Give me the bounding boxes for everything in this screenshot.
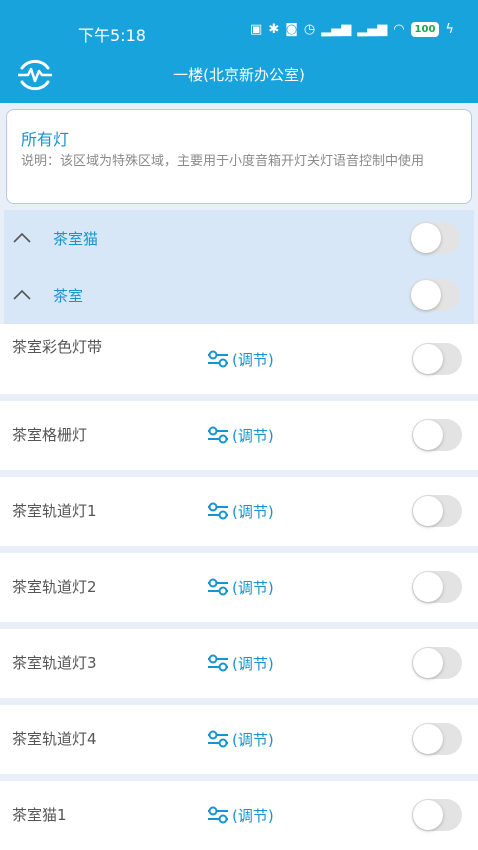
device-toggle[interactable] [412, 343, 462, 375]
group-row[interactable]: 茶室猫 [4, 210, 474, 266]
all-lights-card[interactable]: 所有灯 说明：该区域为特殊区域，主要用于小度音箱开灯关灯语音控制中使用 [6, 109, 472, 204]
device-label: 茶室轨道灯4 [12, 730, 97, 748]
battery-icon: 100 [410, 22, 440, 37]
device-toggle[interactable] [412, 723, 462, 755]
status-time: 下午5:18 [78, 26, 146, 45]
group-row[interactable]: 茶室 [4, 267, 474, 323]
sliders-icon [208, 502, 228, 520]
nfc-icon: ▣ [250, 22, 263, 37]
bluetooth-icon: ✱ [268, 22, 280, 37]
device-row[interactable]: 茶室格栅灯 (调节) [0, 401, 478, 470]
group-toggle[interactable] [410, 279, 460, 311]
adjust-button[interactable]: (调节) [206, 652, 274, 674]
chevron-up-icon[interactable] [12, 285, 32, 305]
adjust-label: (调节) [232, 654, 274, 673]
device-row[interactable]: 茶室彩色灯带 (调节) [0, 324, 478, 394]
device-label: 茶室彩色灯带 [12, 338, 103, 356]
group-toggle[interactable] [410, 222, 460, 254]
adjust-label: (调节) [232, 578, 274, 597]
sliders-icon [208, 350, 228, 368]
adjust-button[interactable]: (调节) [206, 348, 274, 370]
device-label: 茶室轨道灯3 [12, 654, 97, 672]
device-label: 茶室轨道灯1 [12, 502, 97, 520]
device-row[interactable]: 茶室轨道灯3 (调节) [0, 629, 478, 698]
page-title: 一楼(北京新办公室) [173, 66, 305, 84]
adjust-button[interactable]: (调节) [206, 728, 274, 750]
signal-icon: ▂▄▆ [321, 22, 352, 37]
group-label: 茶室 [53, 287, 84, 305]
adjust-label: (调节) [232, 426, 274, 445]
adjust-label: (调节) [232, 730, 274, 749]
device-row[interactable]: 茶室轨道灯2 (调节) [0, 553, 478, 622]
adjust-button[interactable]: (调节) [206, 500, 274, 522]
status-icons: ▣ ✱ ◙ ◷ ▂▄▆ ▂▄▆ ◠ 100 ϟ [250, 22, 454, 37]
device-row[interactable]: 茶室猫1 (调节) [0, 781, 478, 850]
app-header: 下午5:18 ▣ ✱ ◙ ◷ ▂▄▆ ▂▄▆ ◠ 100 ϟ 一楼(北京新办公室… [0, 0, 478, 103]
group-label: 茶室猫 [53, 230, 99, 248]
adjust-button[interactable]: (调节) [206, 424, 274, 446]
alarm-icon: ◷ [303, 22, 316, 37]
device-row[interactable]: 茶室轨道灯4 (调节) [0, 705, 478, 774]
status-bar: 下午5:18 ▣ ✱ ◙ ◷ ▂▄▆ ▂▄▆ ◠ 100 ϟ [0, 0, 478, 46]
device-label: 茶室猫1 [12, 806, 67, 824]
sliders-icon [208, 654, 228, 672]
sliders-icon [208, 578, 228, 596]
adjust-label: (调节) [232, 350, 274, 369]
adjust-label: (调节) [232, 502, 274, 521]
device-toggle[interactable] [412, 799, 462, 831]
device-row[interactable]: 茶室轨道灯1 (调节) [0, 477, 478, 546]
wifi-icon: ◠ [393, 22, 405, 37]
device-toggle[interactable] [412, 419, 462, 451]
adjust-button[interactable]: (调节) [206, 804, 274, 826]
adjust-button[interactable]: (调节) [206, 576, 274, 598]
sliders-icon [208, 806, 228, 824]
device-toggle[interactable] [412, 571, 462, 603]
sliders-icon [208, 426, 228, 444]
group-section: 茶室猫 茶室 [4, 210, 474, 324]
adjust-label: (调节) [232, 806, 274, 825]
vibrate-icon: ◙ [285, 22, 298, 37]
all-lights-description: 说明：该区域为特殊区域，主要用于小度音箱开灯关灯语音控制中使用 [21, 154, 425, 169]
charging-icon: ϟ [445, 22, 454, 37]
device-label: 茶室格栅灯 [12, 426, 88, 444]
device-label: 茶室轨道灯2 [12, 578, 97, 596]
device-toggle[interactable] [412, 647, 462, 679]
sliders-icon [208, 730, 228, 748]
all-lights-title: 所有灯 [21, 130, 70, 149]
chevron-up-icon[interactable] [12, 228, 32, 248]
signal-icon-2: ▂▄▆ [357, 22, 388, 37]
device-toggle[interactable] [412, 495, 462, 527]
